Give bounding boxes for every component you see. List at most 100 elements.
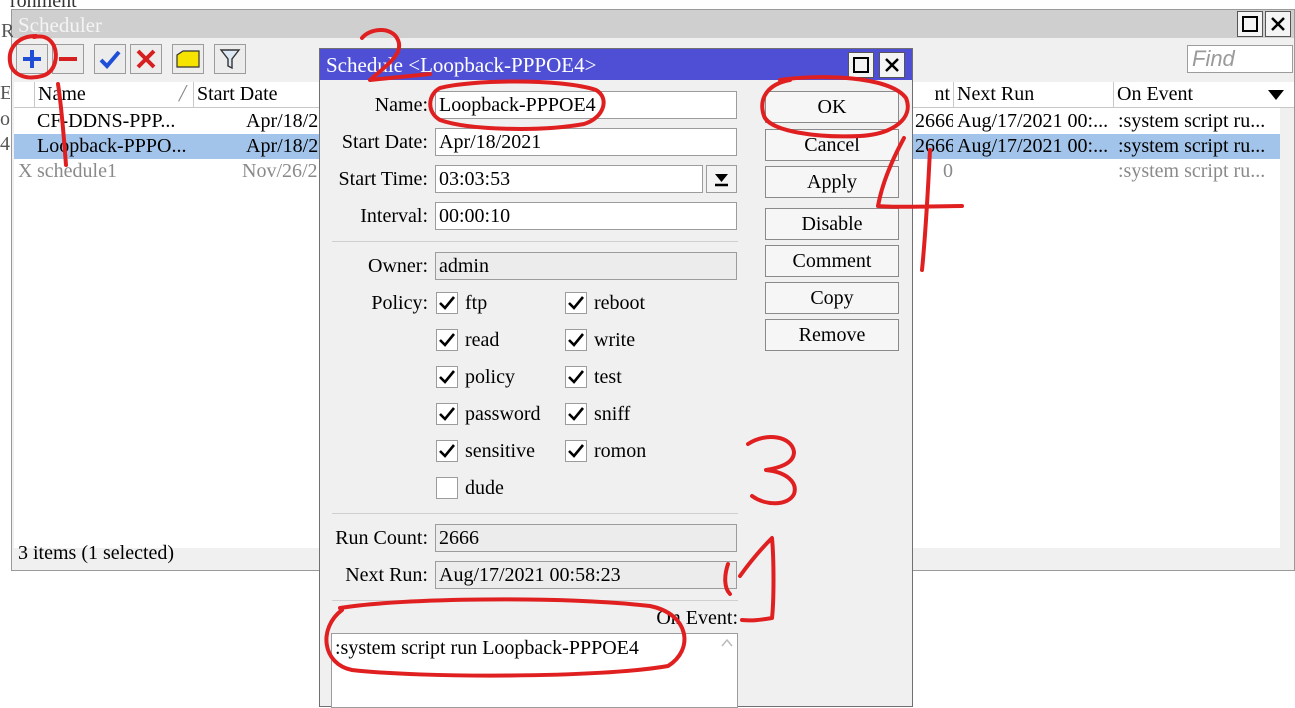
name-field[interactable]: Loopback-PPPOE4	[435, 91, 737, 119]
apply-button[interactable]: Apply	[765, 166, 899, 198]
checkmark-icon	[439, 333, 456, 347]
policy-label: Policy:	[371, 292, 428, 314]
checkmark-icon	[568, 407, 585, 421]
close-button[interactable]	[1265, 11, 1291, 37]
checkmark-icon	[568, 444, 585, 458]
checkmark-icon	[439, 296, 456, 310]
run-count-label: Run Count:	[335, 527, 428, 549]
checkbox[interactable]	[436, 366, 458, 388]
column-run-count-header[interactable]: nt	[913, 82, 954, 108]
checkbox[interactable]	[565, 292, 587, 314]
policy-read-label: read	[465, 329, 500, 351]
policy-write[interactable]	[565, 329, 587, 351]
remove-button[interactable]: Remove	[765, 319, 899, 351]
owner-label: Owner:	[368, 255, 428, 277]
checkbox[interactable]	[565, 366, 587, 388]
scrollbar[interactable]	[718, 634, 736, 707]
policy-test[interactable]	[565, 366, 587, 388]
name-label: Name:	[374, 94, 428, 116]
column-run-count-label: nt	[934, 83, 950, 105]
checkbox[interactable]	[436, 477, 458, 499]
scheduler-title: Scheduler	[18, 13, 102, 37]
column-chooser-icon[interactable]	[1266, 86, 1286, 109]
row-next-run: Aug/17/2021 00:...	[957, 135, 1109, 157]
interval-field[interactable]: 00:00:10	[435, 202, 737, 230]
close-icon	[885, 58, 899, 72]
policy-dude[interactable]	[436, 477, 458, 499]
policy-read[interactable]	[436, 329, 458, 351]
interval-label: Interval:	[360, 205, 428, 227]
remove-button[interactable]	[52, 44, 84, 74]
filter-button[interactable]	[214, 44, 246, 74]
dialog-maximize-button[interactable]	[848, 52, 874, 78]
maximize-icon	[1242, 16, 1258, 32]
checkbox[interactable]	[436, 403, 458, 425]
checkbox[interactable]	[436, 440, 458, 462]
sort-indicator-icon: ╱	[178, 87, 187, 102]
column-name-header[interactable]: Name ╱	[35, 82, 194, 108]
ok-button[interactable]: OK	[765, 91, 899, 123]
row-next-run: Aug/17/2021 00:...	[957, 110, 1109, 132]
left-edge-fragment: od	[0, 108, 10, 130]
disable-button[interactable]	[130, 44, 162, 74]
checkbox[interactable]	[565, 403, 587, 425]
checkbox[interactable]	[436, 292, 458, 314]
maximize-icon	[853, 57, 869, 73]
policy-reboot-label: reboot	[594, 292, 646, 314]
cancel-button[interactable]: Cancel	[765, 129, 899, 161]
on-event-textarea[interactable]: :system script run Loopback-PPPOE4	[331, 633, 738, 708]
scheduler-title-bar[interactable]: Scheduler	[12, 10, 1294, 38]
schedule-dialog: Schedule <Loopback-PPPOE4> Name: Loopbac…	[319, 48, 913, 708]
row-on-event: :system script ru...	[1118, 110, 1266, 132]
start-time-field[interactable]: 03:03:53	[435, 165, 703, 193]
dialog-title-bar[interactable]: Schedule <Loopback-PPPOE4>	[320, 49, 912, 80]
policy-policy[interactable]	[436, 366, 458, 388]
row-on-event: :system script ru...	[1118, 160, 1266, 182]
checkmark-icon	[568, 370, 585, 384]
column-next-run-header[interactable]: Next Run	[954, 82, 1114, 108]
enable-button[interactable]	[94, 44, 126, 74]
dialog-close-button[interactable]	[879, 52, 905, 78]
x-icon	[136, 49, 156, 69]
policy-dude-label: dude	[465, 477, 504, 499]
checkmark-icon	[568, 333, 585, 347]
comment-button[interactable]	[172, 44, 204, 74]
copy-button[interactable]: Copy	[765, 282, 899, 314]
find-input[interactable]: Find	[1187, 45, 1293, 73]
policy-sensitive[interactable]	[436, 440, 458, 462]
row-name: schedule1	[37, 160, 117, 182]
maximize-button[interactable]	[1237, 11, 1263, 37]
start-date-label: Start Date:	[341, 131, 428, 153]
checkbox[interactable]	[436, 329, 458, 351]
status-bar-text: 3 items (1 selected)	[18, 542, 175, 564]
column-flag-header[interactable]	[14, 82, 35, 108]
comment-icon	[176, 50, 200, 68]
start-date-field[interactable]: Apr/18/2021	[435, 128, 737, 156]
row-run-count: 2666	[915, 135, 953, 157]
checkbox[interactable]	[565, 329, 587, 351]
start-time-dropdown-button[interactable]	[706, 165, 737, 193]
policy-test-label: test	[594, 366, 622, 388]
comment-button[interactable]: Comment	[765, 245, 899, 277]
policy-sniff[interactable]	[565, 403, 587, 425]
checkbox[interactable]	[565, 440, 587, 462]
policy-password[interactable]	[436, 403, 458, 425]
separator	[332, 513, 738, 514]
next-run-field: Aug/17/2021 00:58:23	[435, 561, 737, 589]
disable-button[interactable]: Disable	[765, 208, 899, 240]
on-event-label: On Event:	[656, 607, 738, 629]
separator	[332, 241, 738, 242]
row-next-run	[957, 159, 1114, 184]
policy-ftp[interactable]	[436, 292, 458, 314]
left-edge-fragment: E	[0, 82, 10, 104]
start-time-label: Start Time:	[338, 168, 428, 190]
policy-reboot[interactable]	[565, 292, 587, 314]
row-flag	[16, 109, 34, 134]
policy-sniff-label: sniff	[594, 403, 631, 425]
policy-romon[interactable]	[565, 440, 587, 462]
row-name: Loopback-PPPO...	[37, 135, 187, 157]
row-flag: X	[18, 160, 33, 182]
column-start-date-header[interactable]: Start Date	[194, 82, 320, 108]
checkmark-icon	[439, 370, 456, 384]
add-button[interactable]	[16, 44, 48, 74]
